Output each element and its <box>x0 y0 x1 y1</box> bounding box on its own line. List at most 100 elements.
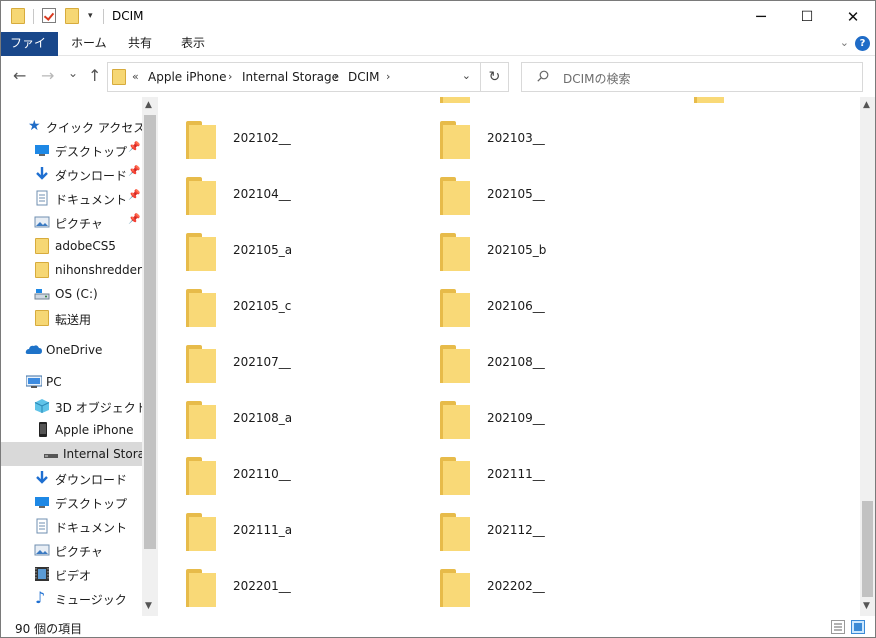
sidebar-item-pc-documents[interactable]: ドキュメント <box>1 514 142 538</box>
sidebar-item-videos[interactable]: ビデオ <box>1 562 142 586</box>
scroll-up-icon[interactable]: ▲ <box>863 100 870 110</box>
folder-item[interactable]: 202105_c <box>158 289 378 343</box>
folder-name: 202112__ <box>487 523 545 537</box>
pin-icon[interactable]: 📌 <box>128 214 140 225</box>
refresh-button[interactable]: ↻ <box>481 62 509 92</box>
chevron-down-icon[interactable]: ⌄ <box>840 36 849 49</box>
sidebar-item-nihonshredder[interactable]: nihonshredder <box>1 258 142 282</box>
folder-item[interactable]: 202111__ <box>412 457 632 511</box>
sidebar-item-desktop[interactable]: デスクトップ 📌 <box>1 138 142 162</box>
sidebar-item-onedrive[interactable]: OneDrive <box>1 338 142 362</box>
folder-icon <box>112 69 126 85</box>
sidebar-item-pc[interactable]: PC <box>1 370 142 394</box>
sidebar-item-documents[interactable]: ドキュメント 📌 <box>1 186 142 210</box>
folder-item[interactable]: 202112__ <box>412 513 632 567</box>
folder-icon <box>440 513 470 551</box>
sidebar-item-pc-pictures[interactable]: ピクチャ <box>1 538 142 562</box>
folder-icon <box>440 345 470 383</box>
sidebar-scrollbar[interactable]: ▲ ▼ <box>142 97 158 616</box>
minimize-button[interactable]: ─ <box>738 1 784 32</box>
folder-item[interactable]: 202106__ <box>412 289 632 343</box>
tab-file[interactable]: ファイル <box>1 32 58 73</box>
folder-item[interactable]: 202202__ <box>412 569 632 616</box>
desktop-icon <box>34 142 50 158</box>
folder-item[interactable]: 202105_a <box>158 233 378 287</box>
sidebar-item-quick-access[interactable]: ★ クイック アクセス <box>1 114 142 138</box>
folder-icon <box>11 8 25 24</box>
content-scrollbar-thumb[interactable] <box>862 501 873 597</box>
sidebar-item-apple-iphone[interactable]: Apple iPhone <box>1 418 142 442</box>
sidebar-item-music[interactable]: ♪ ミュージック <box>1 586 142 610</box>
folder-item[interactable]: 202104__ <box>158 177 378 231</box>
sidebar-item-pc-downloads[interactable]: ダウンロード <box>1 466 142 490</box>
sidebar-item-os-c[interactable]: OS (C:) <box>1 282 142 306</box>
sidebar-scrollbar-thumb[interactable] <box>144 115 156 549</box>
help-icon[interactable]: ? <box>855 36 870 51</box>
pictures-icon <box>34 542 50 558</box>
folder-item[interactable]: 202108__ <box>412 345 632 399</box>
sidebar-item-pc-desktop[interactable]: デスクトップ <box>1 490 142 514</box>
folder-item[interactable]: 202105__ <box>412 177 632 231</box>
recent-locations-button[interactable]: ⌄ <box>68 65 78 81</box>
tab-home[interactable]: ホーム <box>60 32 118 56</box>
search-input[interactable]: DCIMの検索 <box>521 62 863 92</box>
breadcrumb-separator[interactable]: › <box>228 70 232 83</box>
new-folder-icon[interactable] <box>65 8 79 24</box>
sidebar-item-3d-objects[interactable]: 3D オブジェクト <box>1 394 142 418</box>
sidebar-item-label: OS (C:) <box>55 287 98 301</box>
folder-item[interactable]: 202102__ <box>158 121 378 175</box>
folder-item[interactable]: 202109__ <box>412 401 632 455</box>
content-scrollbar[interactable]: ▲ ▼ <box>860 97 875 616</box>
scroll-up-icon[interactable]: ▲ <box>145 100 152 110</box>
folder-item[interactable]: 202110__ <box>158 457 378 511</box>
scroll-down-icon[interactable]: ▼ <box>863 601 870 611</box>
folder-item[interactable]: 202201__ <box>158 569 378 616</box>
sidebar-item-downloads[interactable]: ダウンロード 📌 <box>1 162 142 186</box>
tab-view[interactable]: 表示 <box>170 32 216 56</box>
breadcrumb-internal-storage[interactable]: Internal Storage <box>242 70 339 84</box>
details-view-icon[interactable] <box>831 620 845 634</box>
back-button[interactable]: ← <box>13 68 26 84</box>
breadcrumb-overflow[interactable]: « <box>132 70 139 83</box>
tab-share[interactable]: 共有 <box>117 32 163 56</box>
drive-icon <box>34 286 50 302</box>
video-icon <box>34 566 50 582</box>
breadcrumb-separator[interactable]: › <box>386 70 390 83</box>
breadcrumb-dcim[interactable]: DCIM <box>348 70 380 84</box>
breadcrumb-separator[interactable]: › <box>334 70 338 83</box>
close-button[interactable]: ✕ <box>830 1 875 32</box>
address-bar[interactable]: « Apple iPhone › Internal Storage › DCIM… <box>107 62 481 92</box>
sidebar-item-label: ダウンロード <box>55 473 128 487</box>
pin-icon[interactable]: 📌 <box>128 142 140 153</box>
breadcrumb-apple-iphone[interactable]: Apple iPhone <box>148 70 226 84</box>
large-icons-view-icon[interactable] <box>851 620 865 634</box>
folder-icon <box>35 238 51 254</box>
forward-button[interactable]: → <box>41 68 54 84</box>
folder-icon <box>440 97 470 103</box>
folder-name: 202111__ <box>487 467 545 481</box>
sidebar-item-label: Internal Storage <box>63 447 142 461</box>
up-button[interactable]: ↑ <box>88 68 101 84</box>
folder-name: 202109__ <box>487 411 545 425</box>
maximize-button[interactable]: ☐ <box>784 1 830 32</box>
properties-icon[interactable] <box>42 8 56 23</box>
folder-icon <box>35 310 51 326</box>
pin-icon[interactable]: 📌 <box>128 190 140 201</box>
folder-name: 202202__ <box>487 579 545 593</box>
folder-name: 202105_a <box>233 243 293 257</box>
chevron-down-icon[interactable]: ⌄ <box>462 69 471 82</box>
sidebar-item-adobecs5[interactable]: adobeCS5 <box>1 234 142 258</box>
sidebar-item-pictures[interactable]: ピクチャ 📌 <box>1 210 142 234</box>
music-icon: ♪ <box>35 588 46 607</box>
sidebar-item-internal-storage[interactable]: Internal Storage <box>1 442 142 466</box>
sidebar-item-transfer[interactable]: 転送用 <box>1 306 142 330</box>
folder-item[interactable]: 202108_a <box>158 401 378 455</box>
folder-item[interactable]: 202111_a <box>158 513 378 567</box>
folder-icon <box>694 97 724 103</box>
folder-item[interactable]: 202107__ <box>158 345 378 399</box>
folder-item[interactable]: 202103__ <box>412 121 632 175</box>
quick-access-toolbar-dropdown-icon[interactable]: ▾ <box>88 11 96 21</box>
scroll-down-icon[interactable]: ▼ <box>145 601 152 611</box>
folder-item[interactable]: 202105_b <box>412 233 632 287</box>
pin-icon[interactable]: 📌 <box>128 166 140 177</box>
